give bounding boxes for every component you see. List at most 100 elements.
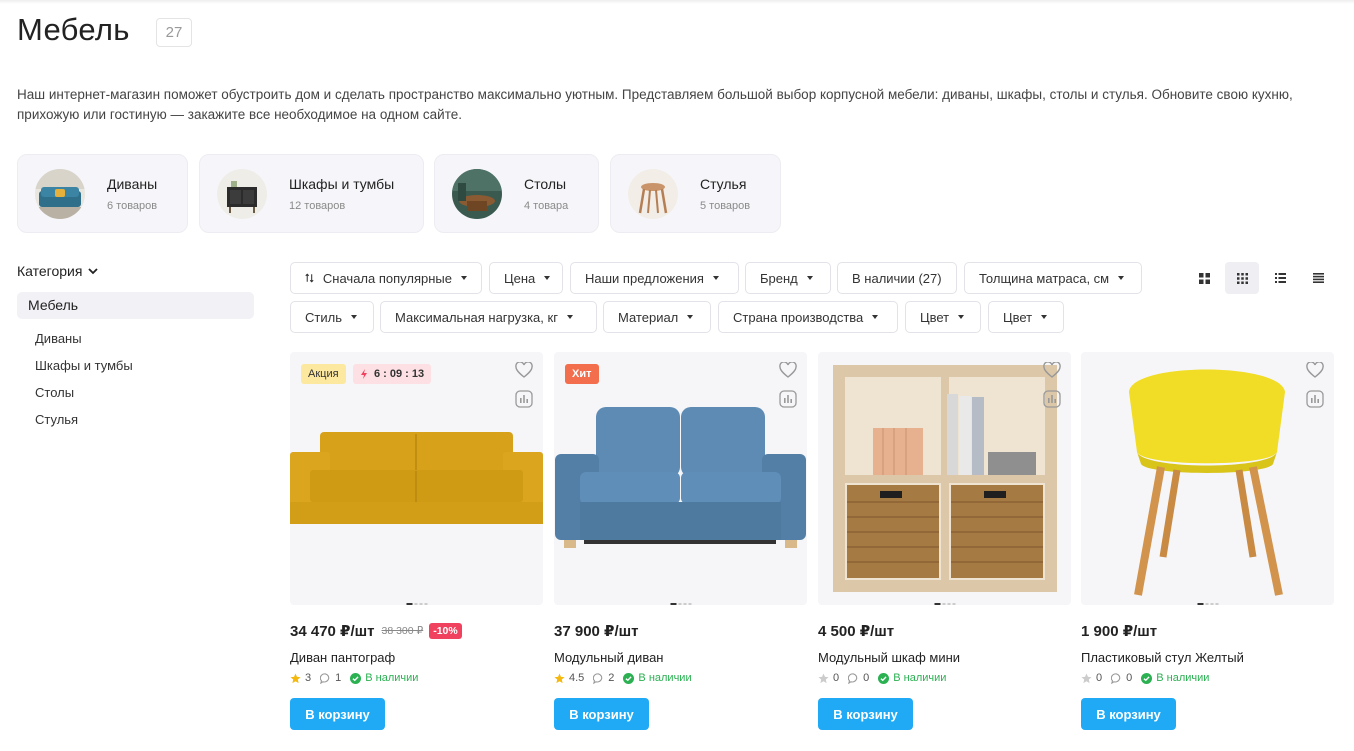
add-to-cart-button[interactable]: В корзину (290, 698, 385, 730)
product-card[interactable]: Акция 6 : 09 : 13 34 470 ₽/шт 38 300 ₽ -… (290, 352, 543, 730)
category-card-tables[interactable]: Столы 4 товара (434, 154, 599, 233)
rating-value: 3 (305, 672, 312, 684)
product-name[interactable]: Модульный шкаф мини (818, 650, 1071, 665)
product-price: 1 900 ₽/шт (1081, 623, 1158, 640)
filter-color[interactable]: Цвет (905, 301, 981, 333)
category-count: 6 товаров (107, 199, 158, 212)
rating-value: 0 (1096, 672, 1103, 684)
heart-icon[interactable] (1306, 362, 1324, 378)
compare-icon[interactable] (1043, 390, 1061, 408)
view-list-button[interactable] (1263, 262, 1297, 294)
filter-label: Цвет (1003, 309, 1033, 325)
filter-material[interactable]: Материал (603, 301, 711, 333)
image-pager[interactable] (670, 603, 691, 605)
heart-icon[interactable] (1043, 362, 1061, 378)
caret-icon (958, 315, 965, 319)
image-pager[interactable] (934, 603, 955, 605)
yellow-sofa-image (290, 432, 543, 524)
stock-status: В наличии (638, 672, 692, 684)
hit-badge: Хит (565, 364, 599, 384)
filter-offers[interactable]: Наши предложения (570, 262, 739, 294)
product-image[interactable]: Хит (554, 352, 807, 605)
reviews-count: 0 (1126, 672, 1133, 684)
product-price: 37 900 ₽/шт (554, 623, 639, 640)
comment-icon (1111, 672, 1121, 684)
filter-max-load[interactable]: Максимальная нагрузка, кг (380, 301, 597, 333)
sort-dropdown[interactable]: Сначала популярные (290, 262, 482, 294)
reviews-count: 1 (335, 672, 342, 684)
product-name[interactable]: Модульный диван (554, 650, 807, 665)
chevron-down-icon (88, 267, 99, 274)
blue-sofa-image (555, 407, 806, 548)
category-name: Стулья (700, 175, 747, 192)
sidebar-item-tables[interactable]: Столы (35, 385, 74, 400)
sidebar-category-toggle[interactable]: Категория (17, 263, 99, 279)
yellow-chair-image (1129, 369, 1285, 596)
grid-small-icon (1236, 272, 1248, 284)
caret-icon (566, 315, 573, 319)
view-grid-large-button[interactable] (1187, 262, 1221, 294)
lightning-icon (361, 369, 367, 379)
filter-label: Цвет (920, 309, 950, 325)
category-card-cabinets[interactable]: Шкафы и тумбы 12 товаров (199, 154, 424, 233)
compare-icon[interactable] (779, 390, 797, 408)
filter-mattress-thickness[interactable]: Толщина матраса, см (964, 262, 1142, 294)
add-to-cart-button[interactable]: В корзину (818, 698, 913, 730)
product-name[interactable]: Пластиковый стул Желтый (1081, 650, 1334, 665)
check-circle-icon (623, 672, 635, 684)
star-icon (290, 672, 301, 683)
filter-price[interactable]: Цена (489, 262, 563, 294)
list-icon (1274, 273, 1286, 283)
filter-label: Толщина матраса, см (979, 270, 1110, 286)
product-price: 4 500 ₽/шт (818, 623, 895, 640)
discount-badge: -10% (429, 623, 462, 639)
product-card[interactable]: 1 900 ₽/шт Пластиковый стул Желтый 0 0 В… (1081, 352, 1334, 730)
heart-icon[interactable] (515, 362, 533, 378)
sidebar-heading: Категория (17, 263, 83, 279)
product-image[interactable] (1081, 352, 1334, 605)
check-circle-icon (350, 672, 362, 684)
filter-brand[interactable]: Бренд (745, 262, 831, 294)
category-card-chairs[interactable]: Стулья 5 товаров (610, 154, 781, 233)
caret-icon (872, 315, 879, 319)
filter-style[interactable]: Стиль (290, 301, 374, 333)
reviews-count: 2 (608, 672, 615, 684)
product-name[interactable]: Диван пантограф (290, 650, 543, 665)
sidebar-item-sofas[interactable]: Диваны (35, 331, 82, 346)
filter-label: Цена (504, 270, 536, 286)
chair-thumbnail (628, 168, 678, 219)
sort-label: Сначала популярные (322, 270, 452, 286)
comment-icon (320, 672, 330, 684)
product-image[interactable]: Акция 6 : 09 : 13 (290, 352, 543, 605)
sidebar-item-cabinets[interactable]: Шкафы и тумбы (35, 358, 133, 373)
product-card[interactable]: 4 500 ₽/шт Модульный шкаф мини 0 0 В нал… (818, 352, 1071, 730)
category-card-sofas[interactable]: Диваны 6 товаров (17, 154, 188, 233)
compare-icon[interactable] (1306, 390, 1324, 408)
filter-country[interactable]: Страна производства (718, 301, 898, 333)
caret-icon (461, 276, 467, 280)
product-image[interactable] (818, 352, 1071, 605)
compare-icon[interactable] (515, 390, 533, 408)
reviews-count: 0 (863, 672, 870, 684)
view-table-button[interactable] (1301, 262, 1335, 294)
category-name: Столы (524, 175, 567, 192)
view-grid-small-button[interactable] (1225, 262, 1259, 294)
image-pager[interactable] (1197, 603, 1218, 605)
product-card[interactable]: Хит 37 900 ₽/шт Модульный диван 4.5 2 В … (554, 352, 807, 730)
filter-in-stock[interactable]: В наличии (27) (837, 262, 957, 294)
heart-icon[interactable] (779, 362, 797, 378)
add-to-cart-button[interactable]: В корзину (554, 698, 649, 730)
sale-badge: Акция (301, 364, 346, 384)
sidebar-item-furniture[interactable]: Мебель (17, 292, 254, 319)
product-price: 34 470 ₽/шт (290, 623, 375, 640)
category-count: 4 товара (524, 199, 569, 212)
add-to-cart-button[interactable]: В корзину (1081, 698, 1176, 730)
timer-badge: 6 : 09 : 13 (353, 364, 432, 384)
cabinet-thumbnail (217, 168, 267, 219)
filter-label: Материал (618, 309, 679, 325)
check-circle-icon (878, 672, 890, 684)
sidebar-item-chairs[interactable]: Стулья (35, 412, 78, 427)
filter-color-2[interactable]: Цвет (988, 301, 1064, 333)
caret-icon (687, 315, 694, 319)
image-pager[interactable] (406, 603, 427, 605)
